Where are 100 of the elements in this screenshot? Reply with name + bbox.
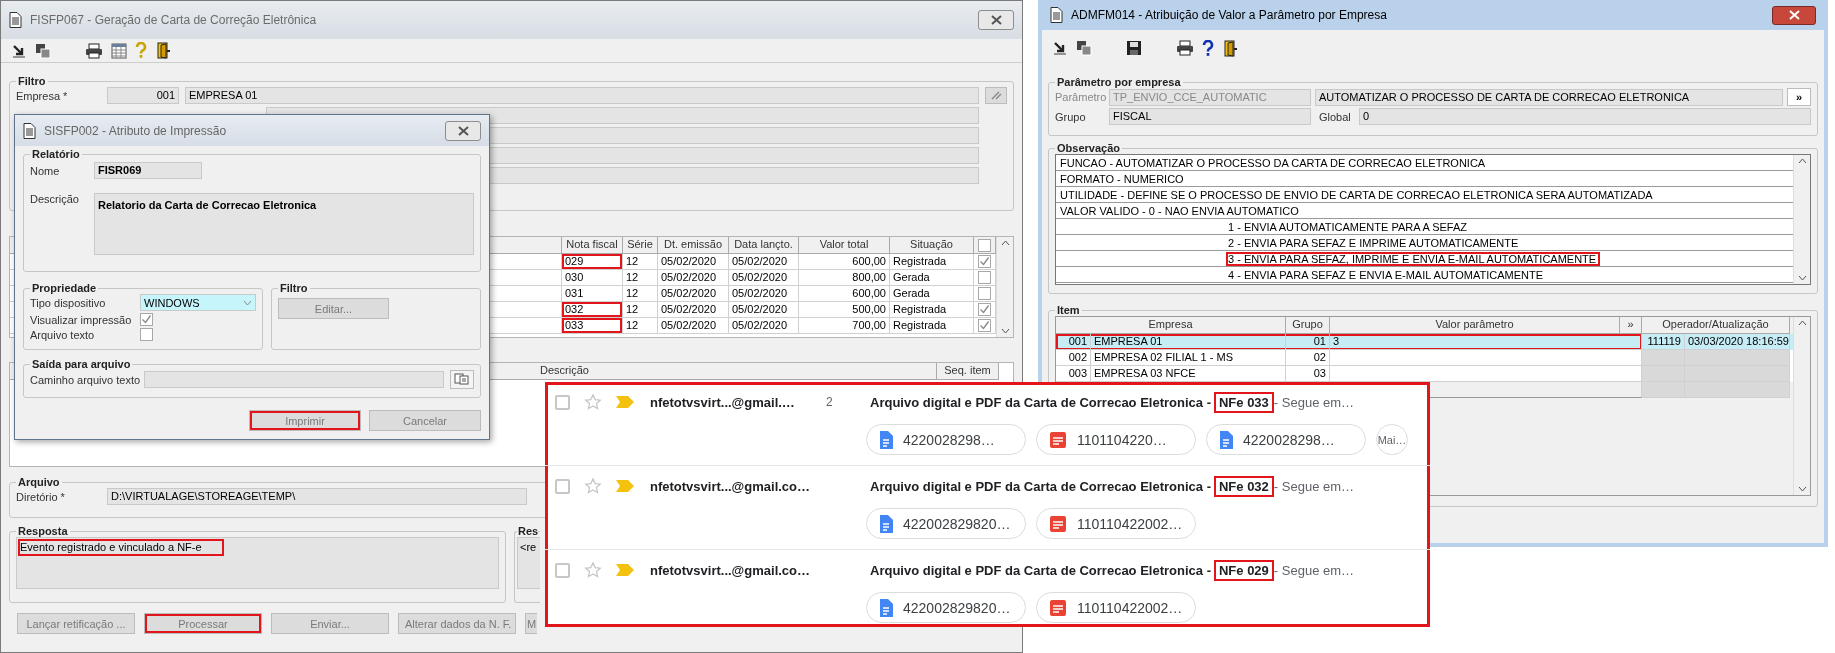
table-cell: 600,00 bbox=[799, 286, 890, 302]
response-text: <re bbox=[520, 541, 537, 553]
group-title: Relatório bbox=[31, 148, 81, 160]
sender-name: nfetotvsvirt...@gmail.co… bbox=[650, 478, 812, 494]
table-cell: 031 bbox=[562, 286, 623, 302]
field-label: Global bbox=[1319, 110, 1352, 123]
email-subject: Arquivo digital e PDF da Carta de Correcao Eletronica - bbox=[870, 478, 1211, 494]
table-row[interactable]: 002 EMPRESA 02 FILIAL 1 - MS 02 bbox=[1056, 350, 1793, 366]
group-title: Res bbox=[517, 525, 539, 537]
column-header[interactable]: Operador/Atualização bbox=[1642, 317, 1790, 334]
table-cell: 029 bbox=[562, 254, 623, 270]
table-cell: 500,00 bbox=[799, 302, 890, 318]
table-cell: Gerada bbox=[890, 286, 974, 302]
column-header[interactable]: Dt. emissão bbox=[658, 237, 729, 254]
column-header[interactable]: Situação bbox=[890, 237, 974, 254]
input-field[interactable]: FISR069 bbox=[94, 162, 202, 179]
column-header[interactable]: » bbox=[1620, 317, 1642, 334]
table-cell: 05/02/2020 bbox=[658, 286, 729, 302]
note-line: UTILIDADE - DEFINE SE O PROCESSO DE ENVIO DE CARTA DE CORRECAO ELETRONICA SERA AUTOMATIZADA bbox=[1059, 187, 1654, 202]
sender-name: nfetotvsvirt...@gmail.co… bbox=[650, 562, 812, 578]
group-title: Propriedade bbox=[31, 282, 98, 294]
select-field[interactable]: WINDOWS bbox=[140, 294, 256, 311]
column-header[interactable]: Empresa bbox=[1056, 317, 1286, 334]
expand-button[interactable]: » bbox=[1787, 88, 1811, 106]
table-cell: 05/02/2020 bbox=[658, 318, 729, 334]
table-cell: 600,00 bbox=[799, 254, 890, 270]
response-text: Evento registrado e vinculado a NF-e bbox=[18, 539, 224, 556]
table-cell: 12 bbox=[623, 286, 658, 302]
text-area[interactable]: Evento registrado e vinculado a NF-e bbox=[16, 537, 499, 589]
table-cell: 700,00 bbox=[799, 318, 890, 334]
field-label: Diretório * bbox=[16, 490, 66, 503]
group-title: Resposta bbox=[17, 525, 69, 537]
input-field[interactable]: EMPRESA 01 bbox=[185, 87, 979, 104]
group-title: Parâmetro por empresa bbox=[1056, 76, 1182, 88]
email-snippet: - Segue em… bbox=[1273, 562, 1355, 578]
table-cell: 12 bbox=[623, 302, 658, 318]
window-title: SISFP002 - Atributo de Impressão bbox=[44, 123, 227, 138]
table-row[interactable]: 003 EMPRESA 03 NFCE 03 bbox=[1056, 366, 1793, 382]
subject-tag: NFe 032 bbox=[1213, 475, 1274, 497]
sender-name: nfetotvsvirt...@gmail.… bbox=[650, 394, 796, 410]
table-cell: 05/02/2020 bbox=[729, 318, 799, 334]
subject-tag: NFe 033 bbox=[1213, 391, 1274, 413]
table-cell: Registrada bbox=[890, 302, 974, 318]
column-header[interactable]: Valor total bbox=[799, 237, 890, 254]
group-title: Item bbox=[1056, 304, 1081, 316]
note-line: FUNCAO - AUTOMATIZAR O PROCESSO DA CARTA DE CORRECAO ELETRONICA bbox=[1059, 155, 1487, 170]
table-cell: 05/02/2020 bbox=[729, 286, 799, 302]
email-snippet: - Segue em… bbox=[1273, 394, 1355, 410]
field-label: Empresa * bbox=[16, 89, 69, 102]
table-cell: 032 bbox=[562, 302, 623, 318]
input-field[interactable]: 0 bbox=[1359, 108, 1811, 125]
group-title: Filtro bbox=[279, 282, 309, 294]
field-label: Grupo bbox=[1055, 110, 1087, 123]
table-cell: Registrada bbox=[890, 318, 974, 334]
email-subject: Arquivo digital e PDF da Carta de Correcao Eletronica - bbox=[870, 394, 1211, 410]
table-cell: 05/02/2020 bbox=[658, 270, 729, 286]
column-header[interactable]: Seq. item bbox=[937, 363, 999, 380]
subject-tag: NFe 029 bbox=[1213, 559, 1274, 581]
table-row[interactable]: 001 EMPRESA 01 01 3 111119 03/03/2020 18:16:59 bbox=[1056, 334, 1793, 350]
window-title: ADMFM014 - Atribuição de Valor a Parâmetro por Empresa bbox=[1071, 8, 1387, 22]
note-line: 2 - ENVIA PARA SEFAZ E IMPRIME AUTOMATICAMENTE bbox=[1227, 235, 1520, 250]
text-area[interactable]: <re bbox=[517, 537, 540, 589]
column-header[interactable]: Data lançto. bbox=[729, 237, 799, 254]
table-cell: 05/02/2020 bbox=[658, 254, 729, 270]
input-field[interactable]: D:\VIRTUALAGE\STOREAGE\TEMP\ bbox=[107, 488, 527, 505]
column-header[interactable]: Valor parâmetro bbox=[1330, 317, 1620, 334]
table-cell: 12 bbox=[623, 254, 658, 270]
column-header[interactable]: Nota fiscal bbox=[562, 237, 623, 254]
field-label: Visualizar impressão bbox=[30, 313, 133, 326]
group-title: Filtro bbox=[17, 75, 47, 87]
table-cell: 05/02/2020 bbox=[729, 270, 799, 286]
table-cell: 03 bbox=[1286, 366, 1330, 382]
table-cell: 05/02/2020 bbox=[658, 302, 729, 318]
table-cell: EMPRESA 03 NFCE bbox=[1091, 366, 1286, 382]
table-cell: 05/02/2020 bbox=[729, 302, 799, 318]
note-line: 3 - ENVIA PARA SEFAZ, IMPRIME E ENVIA E-MAIL AUTOMATICAMENTE bbox=[1226, 251, 1601, 266]
input-field[interactable]: 001 bbox=[107, 87, 179, 104]
group-title: Saída para arquivo bbox=[31, 358, 132, 370]
table-cell: Gerada bbox=[890, 270, 974, 286]
table-cell: 12 bbox=[623, 318, 658, 334]
field-label: Tipo dispositivo bbox=[30, 296, 107, 309]
input-field[interactable]: AUTOMATIZAR O PROCESSO DE CARTA DE CORRECAO ELETRONICA bbox=[1315, 88, 1783, 106]
email-snippet: - Segue em… bbox=[1273, 478, 1355, 494]
table-cell: 030 bbox=[562, 270, 623, 286]
field-label: Nome bbox=[30, 164, 61, 177]
email-subject: Arquivo digital e PDF da Carta de Correcao Eletronica - bbox=[870, 562, 1211, 578]
table-cell: 12 bbox=[623, 270, 658, 286]
text-area[interactable]: Relatorio da Carta de Correcao Eletronica bbox=[94, 193, 474, 255]
table-cell: 003 bbox=[1056, 366, 1091, 382]
note-line: FORMATO - NUMERICO bbox=[1059, 171, 1185, 186]
table-cell: 05/02/2020 bbox=[729, 254, 799, 270]
column-header[interactable]: Grupo bbox=[1286, 317, 1330, 334]
note-line: 4 - ENVIA PARA SEFAZ E ENVIA E-MAIL AUTOMATICAMENTE bbox=[1227, 267, 1544, 282]
field-label: Caminho arquivo texto bbox=[30, 373, 138, 386]
table-cell: Registrada bbox=[890, 254, 974, 270]
column-header[interactable]: Série bbox=[623, 237, 658, 254]
window-title: FISFP067 - Geração de Carta de Correção Eletrônica bbox=[30, 13, 317, 27]
input-field[interactable]: FISCAL bbox=[1109, 108, 1311, 125]
group-title: Arquivo bbox=[17, 476, 61, 488]
field-label: Descrição bbox=[30, 193, 80, 205]
